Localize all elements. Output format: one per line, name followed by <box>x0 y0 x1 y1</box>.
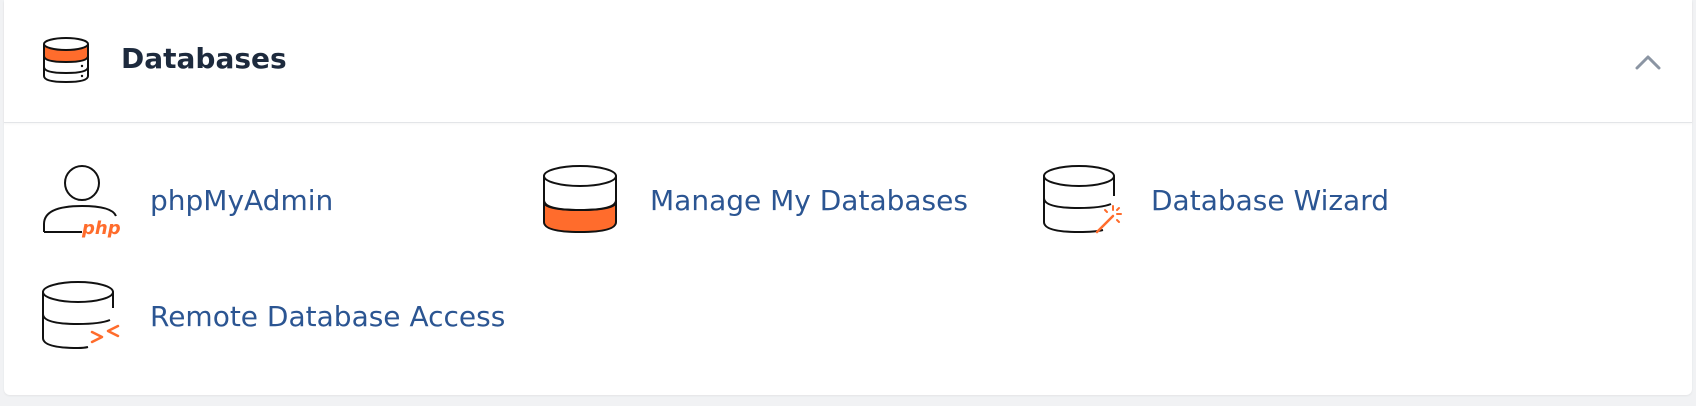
remote-database-access-link[interactable]: Remote Database Access <box>40 278 505 354</box>
remote-database-access-icon <box>40 278 124 354</box>
database-wizard-link[interactable]: Database Wizard <box>1041 162 1389 238</box>
manage-databases-icon <box>540 162 624 238</box>
database-wizard-icon <box>1041 162 1125 238</box>
databases-panel: Databases php phpMyAdmin Manage My Datab… <box>4 0 1692 395</box>
phpmyadmin-icon: php <box>40 162 124 239</box>
manage-my-databases-link[interactable]: Manage My Databases <box>540 162 968 238</box>
manage-my-databases-label[interactable]: Manage My Databases <box>650 184 968 217</box>
phpmyadmin-label[interactable]: phpMyAdmin <box>150 184 333 217</box>
remote-database-access-label[interactable]: Remote Database Access <box>150 300 505 333</box>
svg-text:php: php <box>81 218 121 238</box>
phpmyadmin-link[interactable]: php phpMyAdmin <box>40 162 333 239</box>
panel-header[interactable]: Databases <box>4 0 1692 123</box>
chevron-up-icon[interactable] <box>1628 44 1668 80</box>
database-icon <box>40 36 96 84</box>
database-wizard-label[interactable]: Database Wizard <box>1151 184 1389 217</box>
panel-title: Databases <box>121 42 287 75</box>
